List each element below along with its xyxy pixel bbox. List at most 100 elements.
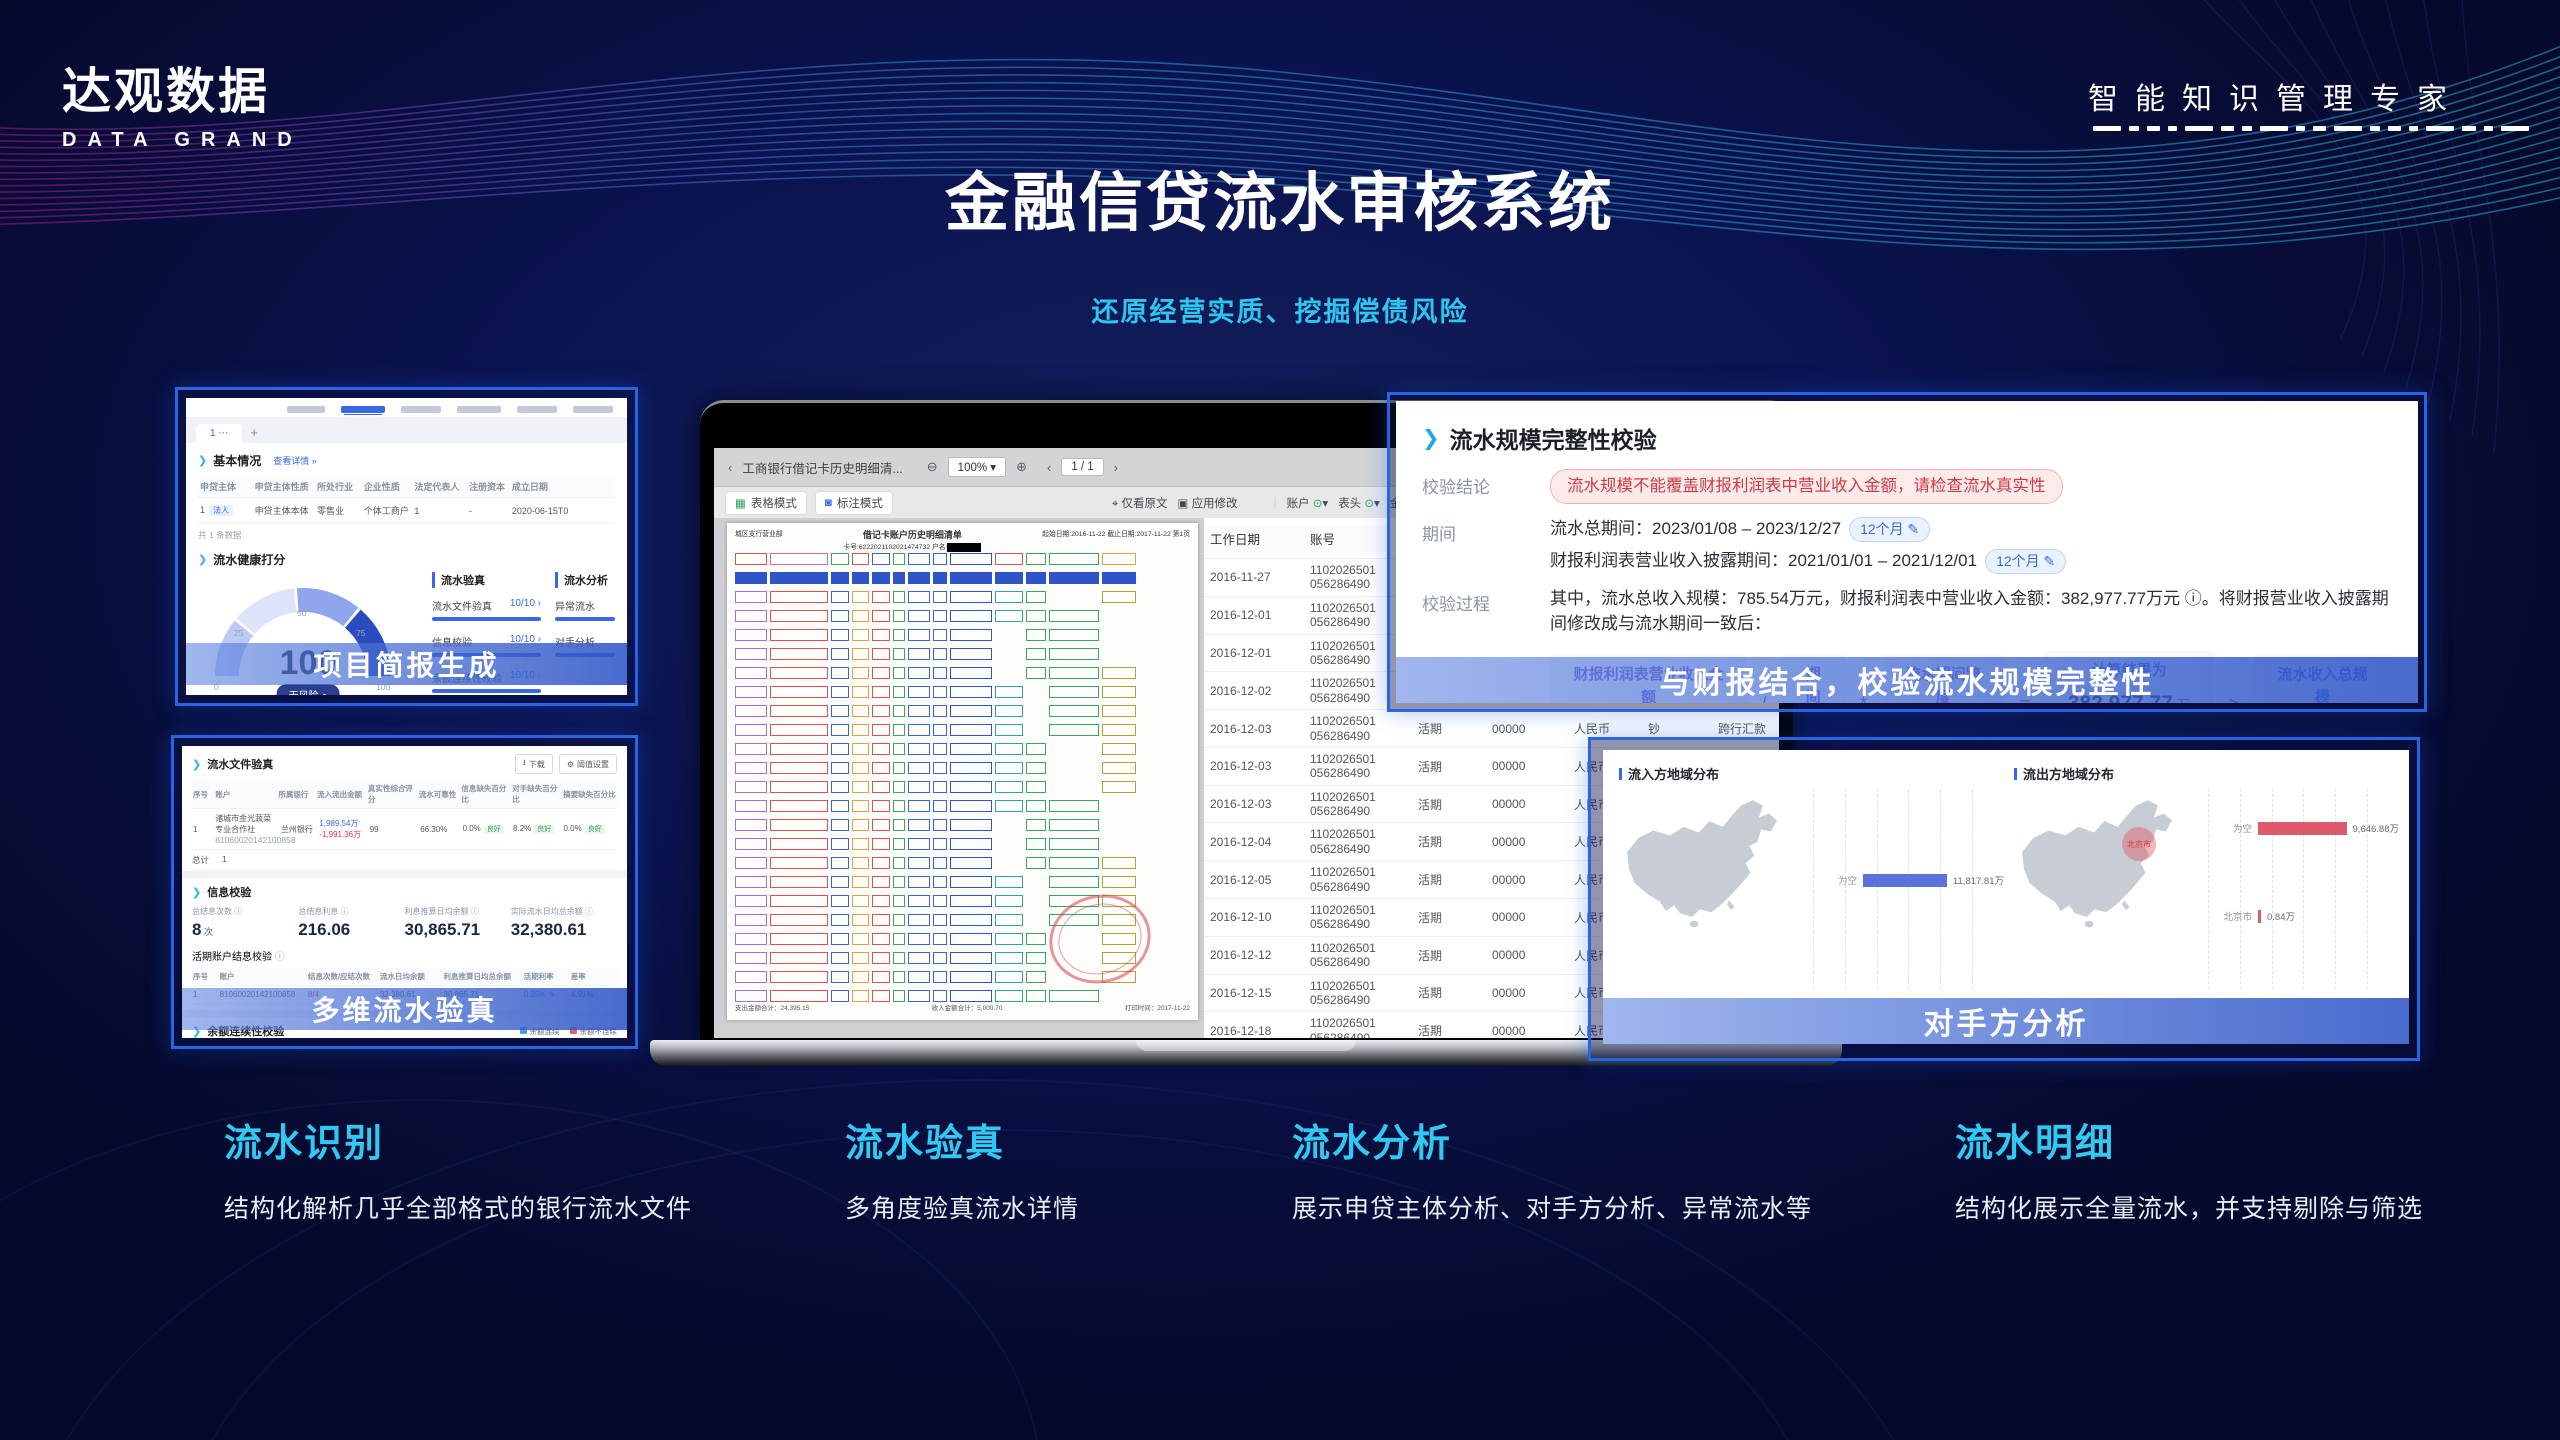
- gear-icon: ⚙: [567, 760, 574, 769]
- table-mode-icon: ▦: [735, 496, 746, 510]
- info-icon: ⓘ: [275, 952, 285, 963]
- feature-desc: 多角度验真流水详情: [845, 1189, 1079, 1225]
- apply-changes-button[interactable]: ▣ 应用修改: [1178, 495, 1238, 511]
- period-line-2: 财报利润表营业收入披露期间：2021/01/01 – 2021/12/0112个…: [1550, 548, 2066, 574]
- analysis-list-title: 流水分析: [555, 572, 615, 588]
- nav-item[interactable]: [573, 406, 613, 413]
- score-list-item[interactable]: 异常流水: [555, 598, 615, 621]
- laptop-notch: [1136, 1040, 1356, 1051]
- feature-title: 流水识别: [224, 1112, 692, 1167]
- nav-item[interactable]: [457, 406, 501, 413]
- table-mode-button[interactable]: ▦表格模式: [726, 492, 806, 514]
- outflow-title: 流出方地域分布: [2014, 764, 2399, 783]
- threshold-settings-button[interactable]: ⚙阈值设置: [559, 754, 617, 774]
- chevron-right-icon: ❯: [198, 454, 207, 467]
- brand-tagline: 智能知识管理专家: [2088, 74, 2464, 118]
- zoom-out-icon[interactable]: ⊖: [927, 459, 938, 475]
- inflow-region-block: 流入方地域分布 为空11,817.81万: [1619, 764, 2004, 989]
- bar: [1863, 874, 1947, 887]
- conclusion-label: 校验结论: [1422, 469, 1550, 504]
- nav-item[interactable]: [517, 406, 557, 413]
- score-list-item[interactable]: 流水文件验真10/10 ›: [432, 598, 541, 621]
- download-icon: ⭳: [523, 757, 526, 771]
- view-original-icon: ⌖: [1112, 498, 1122, 510]
- total-value: 1: [222, 854, 227, 866]
- bar: [2258, 822, 2347, 835]
- file-check-header: ❯ 流水文件验真: [192, 756, 273, 772]
- chevron-right-icon: ❯: [192, 886, 201, 899]
- gauge-tick-label: 50: [297, 608, 306, 618]
- record-count: 共 1 条数据: [198, 529, 615, 541]
- panel-counterparty: 流入方地域分布 为空11,817.81万 流出方地域分布: [1588, 737, 2420, 1061]
- annotate-mode-icon: ◙: [825, 497, 832, 509]
- score-section-header: ❯ 流水健康打分: [198, 551, 615, 568]
- basic-section-header: ❯ 基本情况 查看详情 »: [198, 452, 615, 469]
- period-line-1: 流水总期间：2023/01/08 – 2023/12/2712个月 ✎: [1550, 516, 2066, 542]
- feature-desc: 结构化解析几乎全部格式的银行流水文件: [224, 1189, 692, 1225]
- panel-caption: 多维流水验真: [182, 988, 627, 1030]
- scanned-page: 城区支行营业部 借记卡账户历史明细清单 卡号:62220211020214747…: [727, 523, 1198, 1020]
- check-icon: ⊙: [1364, 498, 1374, 510]
- stat-block: 总结息利息 ⓘ216.06: [298, 906, 404, 940]
- period-label: 期间: [1422, 516, 1550, 574]
- panel-caption: 项目简报生成: [186, 643, 627, 685]
- page: 达观数据 DATA GRAND 智能知识管理专家 金融信贷流水审核系统 还原经营…: [0, 0, 2560, 1440]
- doc-branch: 城区支行营业部: [735, 528, 783, 538]
- zoom-in-icon[interactable]: ⊕: [1016, 459, 1027, 475]
- nav-item[interactable]: [341, 406, 385, 413]
- back-icon[interactable]: ‹: [728, 460, 732, 475]
- nav-item[interactable]: [287, 406, 325, 413]
- conclusion-pill: 流水规模不能覆盖财报利润表中营业收入金额，请检查流水真实性: [1550, 469, 2063, 504]
- annotate-mode-button[interactable]: ◙标注模式: [816, 492, 892, 514]
- period-badge[interactable]: 12个月 ✎: [1849, 517, 1930, 542]
- page-next-icon[interactable]: ›: [1114, 460, 1118, 475]
- stat-block: 利息推算日均余额 ⓘ30,865.71: [405, 906, 511, 940]
- zoom-level-select[interactable]: 100% ▾: [948, 457, 1006, 477]
- table-header-row: 序号账户所属银行流入流出金额真实性综合评分流水可靠性信息缺失百分比对手缺失百分比…: [192, 780, 617, 809]
- view-original-button[interactable]: ⌖ 仅看原文: [1112, 495, 1168, 511]
- feature-desc: 结构化展示全量流水，并支持剔除与筛选: [1955, 1189, 2423, 1225]
- doc-title: 借记卡账户历史明细清单: [843, 528, 981, 541]
- nav-item[interactable]: [401, 406, 441, 413]
- check-icon: ⊙: [1313, 498, 1323, 510]
- mini-nav: [186, 398, 627, 417]
- title-tick: [2014, 768, 2017, 780]
- bar: [2258, 910, 2261, 923]
- feature-item: 流水识别结构化解析几乎全部格式的银行流水文件: [224, 1112, 692, 1225]
- period-badge[interactable]: 12个月 ✎: [1985, 549, 2066, 574]
- download-button[interactable]: ⭳下载: [515, 754, 553, 774]
- outflow-region-block: 流出方地域分布 北京市 为空9,646.88万北京市0.84万: [2014, 764, 2399, 989]
- page-indicator: 1 / 1: [1061, 458, 1103, 476]
- feature-title: 流水明细: [1955, 1112, 2423, 1167]
- table-header-row: 序号账户结息次数/应结次数流水日均余额利息推算日均总余额活期利率差率: [192, 968, 617, 986]
- panel-verify: ❯ 流水文件验真 ⭳下载 ⚙阈值设置 序号账户所属银行流入流出金额真实性综合评分…: [171, 735, 638, 1049]
- tab-item[interactable]: 1 ⋯: [196, 424, 242, 443]
- feature-item: 流水分析展示申贷主体分析、对手方分析、异常流水等: [1292, 1112, 1812, 1225]
- feature-desc: 展示申贷主体分析、对手方分析、异常流水等: [1292, 1189, 1812, 1225]
- doc-date-range: 起始日期:2016-11-22 截止日期:2017-11-22 第1页: [1042, 528, 1190, 538]
- title-tick: [1619, 768, 1622, 780]
- tab-bar: 1 ⋯ +: [186, 417, 627, 443]
- doc-card-no: 卡号:6222021102021474732: [843, 544, 930, 551]
- table-row: 1法人申贷主体本体零售业个体工商户1-2020-06-15T0: [198, 498, 615, 524]
- filter-header[interactable]: 表头 ⊙▾: [1338, 495, 1380, 511]
- table-row: 1诸城市金光蔬菜专业合作社81060020142100858兰州银行1,989.…: [192, 809, 617, 850]
- verify-list-title: 流水验真: [432, 572, 541, 588]
- page-subtitle: 还原经营实质、挖掘偿债风险: [0, 290, 2560, 329]
- feature-item: 流水明细结构化展示全量流水，并支持剔除与筛选: [1955, 1112, 2423, 1225]
- feature-item: 流水验真多角度验真流水详情: [845, 1112, 1079, 1225]
- filter-account[interactable]: 账户 ⊙▾: [1287, 495, 1329, 511]
- panel-report: 1 ⋯ + ❯ 基本情况 查看详情 » 申贷主体申贷主体性质所处行业企业性质法定…: [175, 387, 638, 706]
- bar-row: 为空9,646.88万: [2208, 821, 2399, 835]
- beijing-map-label: 北京市: [2127, 839, 2151, 850]
- doc-holder: 户名:: [932, 544, 947, 551]
- panel-scale-check: ❯ 流水规模完整性校验 校验结论 流水规模不能覆盖财报利润表中营业收入金额，请检…: [1387, 392, 2427, 712]
- china-map-outflow: 北京市: [2014, 789, 2204, 979]
- page-prev-icon[interactable]: ‹: [1047, 460, 1051, 475]
- add-tab-button[interactable]: +: [250, 425, 258, 443]
- inflow-title: 流入方地域分布: [1619, 764, 2004, 783]
- view-details-link[interactable]: 查看详情 »: [273, 454, 317, 467]
- risk-badge: 无风险 ●: [277, 684, 340, 695]
- stat-block: 总结息次数 ⓘ8 次: [192, 906, 298, 940]
- chevron-right-icon: ❯: [192, 758, 201, 771]
